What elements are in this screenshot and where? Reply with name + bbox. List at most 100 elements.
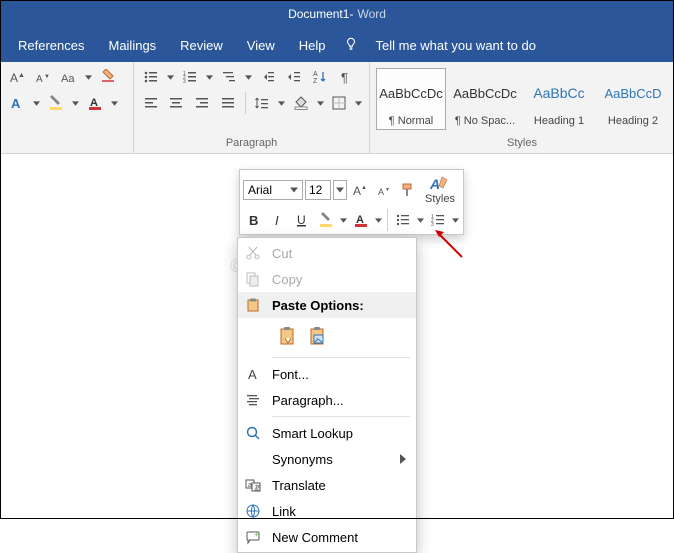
change-case-dropdown[interactable] <box>84 75 93 80</box>
mini-bullets-dropdown[interactable] <box>416 218 425 223</box>
svg-text:I: I <box>275 213 279 228</box>
ribbon-paragraph-label: Paragraph <box>140 137 363 151</box>
context-font[interactable]: A Font... <box>238 361 416 387</box>
svg-text:A: A <box>11 96 21 111</box>
mini-shrink-font-icon[interactable]: A▼ <box>373 179 395 201</box>
tab-mailings[interactable]: Mailings <box>96 28 168 62</box>
svg-text:▲: ▲ <box>361 185 367 191</box>
borders-icon[interactable] <box>329 92 351 114</box>
ribbon-group-styles: AaBbCcDc ¶ Normal AaBbCcDc ¶ No Spac... … <box>370 62 674 153</box>
clear-format-icon[interactable] <box>97 66 119 88</box>
justify-icon[interactable] <box>217 92 239 114</box>
bullets-dropdown[interactable] <box>166 75 175 80</box>
context-translate-label: Translate <box>272 478 410 493</box>
context-new-comment[interactable]: + New Comment <box>238 524 416 550</box>
document-title: Document1 <box>288 7 349 21</box>
align-right-icon[interactable] <box>191 92 213 114</box>
svg-text:A: A <box>248 367 257 382</box>
annotation-arrow-icon <box>432 227 466 264</box>
text-effects-icon[interactable]: A <box>6 92 28 114</box>
shading-dropdown[interactable] <box>316 101 325 106</box>
grow-font-icon[interactable]: A▲ <box>6 66 28 88</box>
sort-icon[interactable]: AZ <box>309 66 331 88</box>
svg-text:A: A <box>378 187 384 197</box>
context-paste-options-label: Paste Options: <box>272 298 410 313</box>
context-paragraph-label: Paragraph... <box>272 393 410 408</box>
mini-font-color-dropdown[interactable] <box>374 218 383 223</box>
context-paragraph[interactable]: Paragraph... <box>238 387 416 413</box>
mini-styles-label: Styles <box>425 193 455 205</box>
tab-review[interactable]: Review <box>168 28 235 62</box>
bullets-icon[interactable] <box>140 66 162 88</box>
mini-bullets-icon[interactable] <box>392 209 414 231</box>
style-normal[interactable]: AaBbCcDc ¶ Normal <box>376 68 446 130</box>
highlight-icon[interactable] <box>45 92 67 114</box>
line-spacing-dropdown[interactable] <box>277 101 286 106</box>
mini-font-size[interactable]: 12 <box>305 180 331 200</box>
style-normal-sample: AaBbCcDc <box>379 71 443 115</box>
context-translate[interactable]: aあ Translate <box>238 472 416 498</box>
svg-text:A: A <box>313 71 318 78</box>
context-separator-2 <box>272 416 410 417</box>
paragraph-icon <box>244 391 262 409</box>
context-smart-lookup[interactable]: Smart Lookup <box>238 420 416 446</box>
context-paste-options-header: Paste Options: <box>238 292 416 318</box>
mini-grow-font-icon[interactable]: A▲ <box>349 179 371 201</box>
mini-underline-icon[interactable]: U <box>291 209 313 231</box>
style-heading2[interactable]: AaBbCcD Heading 2 <box>598 68 668 130</box>
change-case-icon[interactable]: Aa <box>58 66 80 88</box>
borders-dropdown[interactable] <box>354 101 363 106</box>
tab-view[interactable]: View <box>235 28 287 62</box>
context-cut[interactable]: Cut <box>238 240 416 266</box>
tell-me-search[interactable]: Tell me what you want to do <box>364 28 548 62</box>
mini-italic-icon[interactable]: I <box>267 209 289 231</box>
shrink-font-icon[interactable]: A▼ <box>32 66 54 88</box>
mini-font-size-dropdown[interactable] <box>333 180 347 200</box>
align-left-icon[interactable] <box>140 92 162 114</box>
paste-keep-source-icon[interactable] <box>274 322 302 350</box>
paste-icon <box>244 296 262 314</box>
ribbon-group-paragraph: 123 AZ ¶ Paragraph <box>134 62 370 153</box>
text-effects-dropdown[interactable] <box>32 101 41 106</box>
cut-icon <box>244 244 262 262</box>
svg-text:▼: ▼ <box>44 74 50 80</box>
style-heading1-name: Heading 1 <box>534 115 584 127</box>
font-color-icon[interactable]: A <box>84 92 106 114</box>
tab-references[interactable]: References <box>6 28 96 62</box>
numbering-icon[interactable]: 123 <box>179 66 201 88</box>
context-menu: Cut Copy Paste Options: A Font... Paragr… <box>237 237 417 553</box>
style-no-spacing[interactable]: AaBbCcDc ¶ No Spac... <box>450 68 520 130</box>
mini-font-name[interactable]: Arial <box>243 180 303 200</box>
font-color-dropdown[interactable] <box>110 101 119 106</box>
svg-text:A: A <box>36 74 43 85</box>
smart-lookup-icon <box>244 424 262 442</box>
style-heading1[interactable]: AaBbCc Heading 1 <box>524 68 594 130</box>
style-normal-name: ¶ Normal <box>389 115 433 127</box>
context-link[interactable]: Link <box>238 498 416 524</box>
mini-font-color-icon[interactable]: A <box>350 209 372 231</box>
show-paragraph-marks-icon[interactable]: ¶ <box>335 66 357 88</box>
numbering-dropdown[interactable] <box>205 75 214 80</box>
multilevel-dropdown[interactable] <box>244 75 253 80</box>
paste-picture-icon[interactable] <box>304 322 332 350</box>
tab-review-label: Review <box>180 38 223 53</box>
mini-styles-button[interactable]: A Styles <box>421 173 459 207</box>
mini-bold-icon[interactable]: B <box>243 209 265 231</box>
multilevel-list-icon[interactable] <box>218 66 240 88</box>
separator <box>245 92 246 114</box>
mini-numbering-dropdown[interactable] <box>451 218 460 223</box>
shading-icon[interactable] <box>290 92 312 114</box>
mini-format-painter-icon[interactable] <box>397 179 419 201</box>
tab-help[interactable]: Help <box>287 28 338 62</box>
context-separator <box>272 357 410 358</box>
context-synonyms[interactable]: Synonyms <box>238 446 416 472</box>
mini-highlight-dropdown[interactable] <box>339 218 348 223</box>
line-spacing-icon[interactable] <box>252 92 274 114</box>
mini-highlight-icon[interactable] <box>315 209 337 231</box>
align-center-icon[interactable] <box>166 92 188 114</box>
increase-indent-icon[interactable] <box>283 66 305 88</box>
decrease-indent-icon[interactable] <box>257 66 279 88</box>
context-copy[interactable]: Copy <box>238 266 416 292</box>
highlight-dropdown[interactable] <box>71 101 80 106</box>
ribbon-styles-label: Styles <box>376 137 668 151</box>
